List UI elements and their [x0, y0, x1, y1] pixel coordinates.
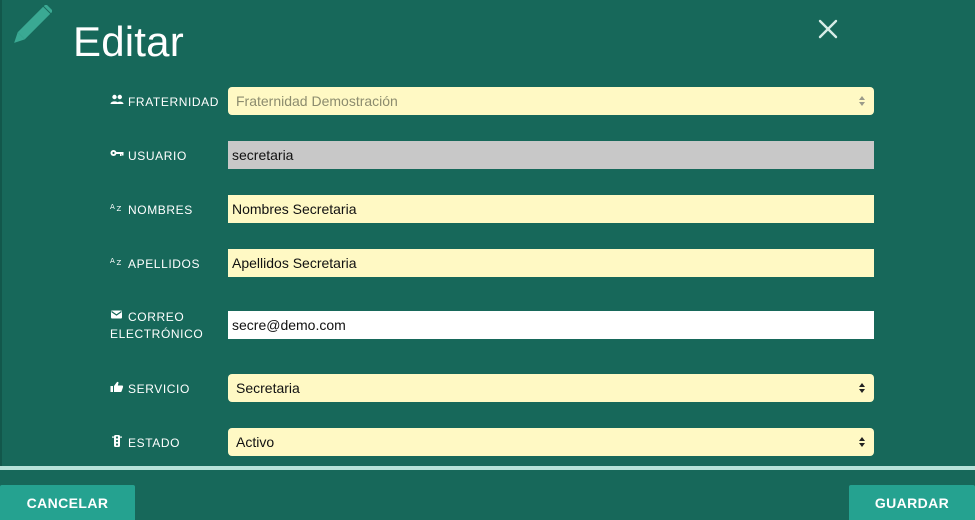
traffic-light-icon: [110, 435, 124, 447]
servicio-label: SERVICIO: [110, 381, 190, 398]
key-icon: [110, 148, 124, 160]
select-arrows-icon: [859, 383, 865, 393]
svg-text:A: A: [110, 203, 115, 211]
select-arrows-icon: [859, 96, 865, 106]
save-button[interactable]: GUARDAR: [849, 485, 975, 520]
pencil-icon: [6, 3, 54, 51]
correo-field[interactable]: secre@demo.com: [228, 311, 874, 339]
svg-text:A: A: [110, 257, 115, 265]
dialog-edge: [0, 0, 2, 470]
select-arrows-icon: [859, 437, 865, 447]
nombres-field[interactable]: Nombres Secretaria: [228, 195, 874, 223]
apellidos-label: A Z APELLIDOS: [110, 256, 201, 271]
estado-select[interactable]: Activo: [228, 428, 874, 456]
correo-label-line2: ELECTRÓNICO: [110, 327, 204, 341]
cancel-button[interactable]: CANCELAR: [0, 485, 135, 520]
envelope-icon: [110, 309, 124, 321]
svg-text:Z: Z: [117, 205, 122, 213]
footer-divider: [0, 466, 975, 470]
apellidos-field[interactable]: Apellidos Secretaria: [228, 249, 874, 277]
fraternidad-label: FRATERNIDAD: [110, 94, 219, 111]
fraternidad-select[interactable]: Fraternidad Demostración: [228, 87, 874, 115]
sort-az-icon: A Z: [110, 256, 124, 268]
svg-text:Z: Z: [117, 259, 122, 267]
estado-label: ESTADO: [110, 435, 180, 452]
nombres-label: A Z NOMBRES: [110, 202, 193, 217]
correo-label: CORREO ELECTRÓNICO: [110, 309, 204, 341]
people-icon: [110, 94, 124, 106]
close-icon[interactable]: [816, 17, 840, 41]
usuario-label: USUARIO: [110, 148, 187, 165]
sort-az-icon: A Z: [110, 202, 124, 214]
servicio-select[interactable]: Secretaria: [228, 374, 874, 402]
usuario-field[interactable]: secretaria: [228, 141, 874, 169]
thumbs-up-icon: [110, 381, 124, 393]
dialog-title: Editar: [73, 18, 184, 65]
